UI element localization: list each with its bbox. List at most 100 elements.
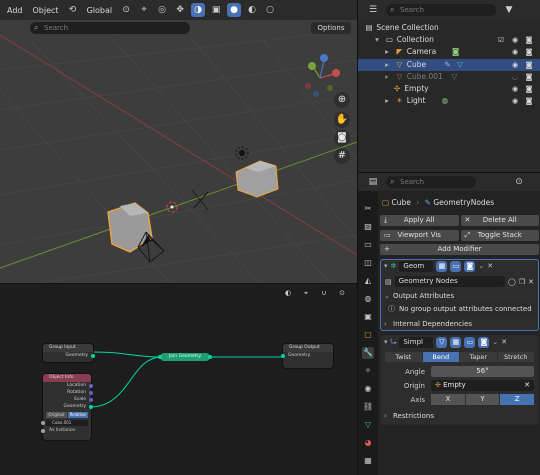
angle-field[interactable]: 56° (431, 366, 534, 377)
material-shading-icon[interactable]: ◐ (245, 3, 259, 17)
origin-field[interactable]: ✣ Empty ✕ (431, 380, 534, 391)
overlays-icon[interactable]: ◑ (191, 3, 206, 17)
geometry-socket[interactable] (89, 404, 93, 409)
group-input-node[interactable]: Group Input Geometry (43, 344, 95, 362)
wrench-icon[interactable]: ✎ (443, 59, 453, 71)
viewport-vis-button[interactable]: ▭ Viewport Vis (380, 230, 459, 241)
snap-icon[interactable]: ⌖ (137, 3, 151, 17)
modifier-header[interactable]: ▾ ✲ Geom ▦ ▭ ◙ ⌄ ✕ (381, 260, 538, 273)
orientation-dropdown[interactable]: Global (84, 6, 116, 15)
pin-icon[interactable]: ⊙ (512, 175, 526, 189)
eye-icon[interactable]: ◉ (510, 95, 520, 107)
proportional-edit-icon[interactable]: ◎ (155, 3, 169, 17)
viewport-display-icon[interactable]: ▭ (450, 261, 462, 272)
expand-icon[interactable]: ▸ (382, 46, 392, 58)
toggle-stack-button[interactable]: ⤢ Toggle Stack (460, 230, 539, 241)
edit-mode-icon[interactable]: ▦ (436, 261, 448, 272)
properties-search-input[interactable]: ⌕ Search (386, 176, 476, 188)
object-info-node[interactable]: Object Info Location Rotation Scale Geom… (41, 374, 93, 440)
geometry-socket[interactable] (91, 353, 95, 358)
geometry-socket[interactable] (158, 354, 162, 359)
vector-socket[interactable] (89, 390, 93, 395)
axis-x[interactable]: X (431, 394, 465, 405)
xray-icon[interactable]: ▣ (209, 3, 223, 17)
geometry-socket[interactable] (281, 353, 285, 358)
eye-icon[interactable]: ◉ (510, 59, 520, 71)
axis-y[interactable]: Y (465, 394, 500, 405)
material-tab-icon[interactable]: ◕ (362, 437, 374, 449)
perspective-grid-icon[interactable]: # (334, 148, 350, 164)
mode-twist[interactable]: Twist (385, 352, 422, 362)
viewport-scene[interactable] (0, 0, 357, 283)
camera-render-icon[interactable]: ◙ (524, 59, 534, 71)
outliner-row-scene-collection[interactable]: ▤ Scene Collection (358, 22, 540, 34)
on-cage-icon[interactable]: ▽ (436, 337, 448, 348)
options-button[interactable]: Options (311, 22, 351, 34)
original-option[interactable]: Original (46, 412, 67, 418)
viewport-search-input[interactable]: ⌕ Search (30, 22, 190, 34)
expand-icon[interactable]: ▾ (372, 34, 382, 46)
close-icon[interactable]: ✕ (487, 260, 493, 273)
data-tab-icon[interactable]: ▽ (362, 419, 374, 431)
clear-icon[interactable]: ✕ (524, 380, 534, 391)
mode-bend[interactable]: Bend (422, 352, 459, 362)
pivot-icon[interactable]: ⊙ (119, 3, 133, 17)
node-tree-icon[interactable]: ▤ (385, 278, 392, 286)
view-layer-tab-icon[interactable]: ◫ (362, 257, 374, 269)
render-tab-icon[interactable]: ▨ (362, 221, 374, 233)
filter-icon[interactable]: ▼ (502, 3, 516, 17)
3d-viewport[interactable]: Add Object ⟲ Global ⊙ ⌖ ◎ ✥ ◑ ▣ ● ◐ ○ ⌕ S… (0, 0, 357, 283)
as-instance-row[interactable]: As Instance (41, 427, 91, 434)
display-mode-icon[interactable]: ☰ (366, 3, 380, 17)
outliner-row-cube-001[interactable]: ▸ ▽ Cube.001 ▽ ◡ ◙ (358, 71, 540, 83)
camera-view-icon[interactable]: ◙ (334, 130, 350, 146)
eye-icon[interactable]: ◉ (510, 34, 520, 46)
eye-icon[interactable]: ◉ (510, 83, 520, 95)
camera-render-icon[interactable]: ◙ (524, 46, 534, 58)
object-tab-icon[interactable]: ▢ (362, 329, 374, 341)
collapse-icon[interactable]: ▾ (384, 336, 388, 349)
outliner-row-light[interactable]: ▸ ☀ Light ◍ ◉ ◙ (358, 95, 540, 107)
delete-all-button[interactable]: ✕ Delete All (460, 215, 539, 226)
rendered-shading-icon[interactable]: ○ (263, 3, 277, 17)
mesh-data-icon[interactable]: ▽ (455, 59, 465, 71)
render-icon[interactable]: ◙ (478, 337, 490, 348)
texture-tab-icon[interactable]: ▦ (362, 455, 374, 467)
unlink-icon[interactable]: ✕ (528, 278, 534, 286)
camera-render-icon[interactable]: ◙ (524, 34, 534, 46)
properties-editor[interactable]: ▤ ⌕ Search ⊙ ✂ ▨ ▭ ◫ ◭ ◍ ▣ ▢ 🔧 ✧ ◉ ⛓ ▽ ◕ … (357, 172, 540, 475)
group-output-node[interactable]: Group Output Geometry (281, 344, 333, 368)
fake-user-icon[interactable]: ◯ (508, 278, 516, 286)
output-attributes-subpanel[interactable]: ⌄ Output Attributes (381, 290, 538, 302)
expand-icon[interactable]: ▸ (382, 95, 392, 107)
modifier-tab-icon[interactable]: 🔧 (362, 347, 374, 359)
boolean-socket[interactable] (41, 428, 45, 433)
dropdown-icon[interactable]: ⌄ (478, 260, 484, 273)
world-tab-icon[interactable]: ◍ (362, 293, 374, 305)
modifier-name-field[interactable]: Simpl (399, 337, 434, 348)
object-menu[interactable]: Object (30, 6, 62, 15)
object-field[interactable]: Cube.001 (41, 420, 88, 426)
constraints-tab-icon[interactable]: ⛓ (362, 401, 374, 413)
relative-option[interactable]: Relative (67, 412, 88, 418)
light-data-icon[interactable]: ◍ (440, 95, 450, 107)
scene-tab-icon[interactable]: ◭ (362, 275, 374, 287)
node-editor[interactable]: ◐ ⌖ ∪ ⊙ Group Input Geometry Object Info… (0, 283, 357, 475)
dropdown-icon[interactable]: ⌄ (492, 336, 498, 349)
node-group-field[interactable]: Geometry Nodes (394, 276, 505, 287)
join-geometry-node[interactable]: Join Geometry (158, 353, 212, 361)
outliner-row-camera[interactable]: ▸ ◤ Camera ◙ ◉ ◙ (358, 46, 540, 58)
checkbox-icon[interactable]: ☑ (496, 34, 506, 46)
expand-icon[interactable]: ▸ (382, 71, 392, 83)
editor-type-icon[interactable]: ▤ (366, 175, 380, 189)
mesh-data-icon[interactable]: ▽ (449, 71, 459, 83)
geometry-socket[interactable] (208, 354, 212, 359)
internal-dependencies-subpanel[interactable]: › Internal Dependencies (381, 318, 538, 330)
collapse-icon[interactable]: ▾ (384, 260, 388, 273)
outliner[interactable]: ☰ ⌕ Search ▼ ▤ Scene Collection ▾ ▭ Colle… (357, 0, 540, 172)
zoom-icon[interactable]: ⊕ (334, 92, 350, 108)
vector-socket[interactable] (89, 383, 93, 388)
collection-tab-icon[interactable]: ▣ (362, 311, 374, 323)
camera-render-icon[interactable]: ◙ (524, 71, 534, 83)
transform-orientation-icon[interactable]: ⟲ (66, 3, 80, 17)
